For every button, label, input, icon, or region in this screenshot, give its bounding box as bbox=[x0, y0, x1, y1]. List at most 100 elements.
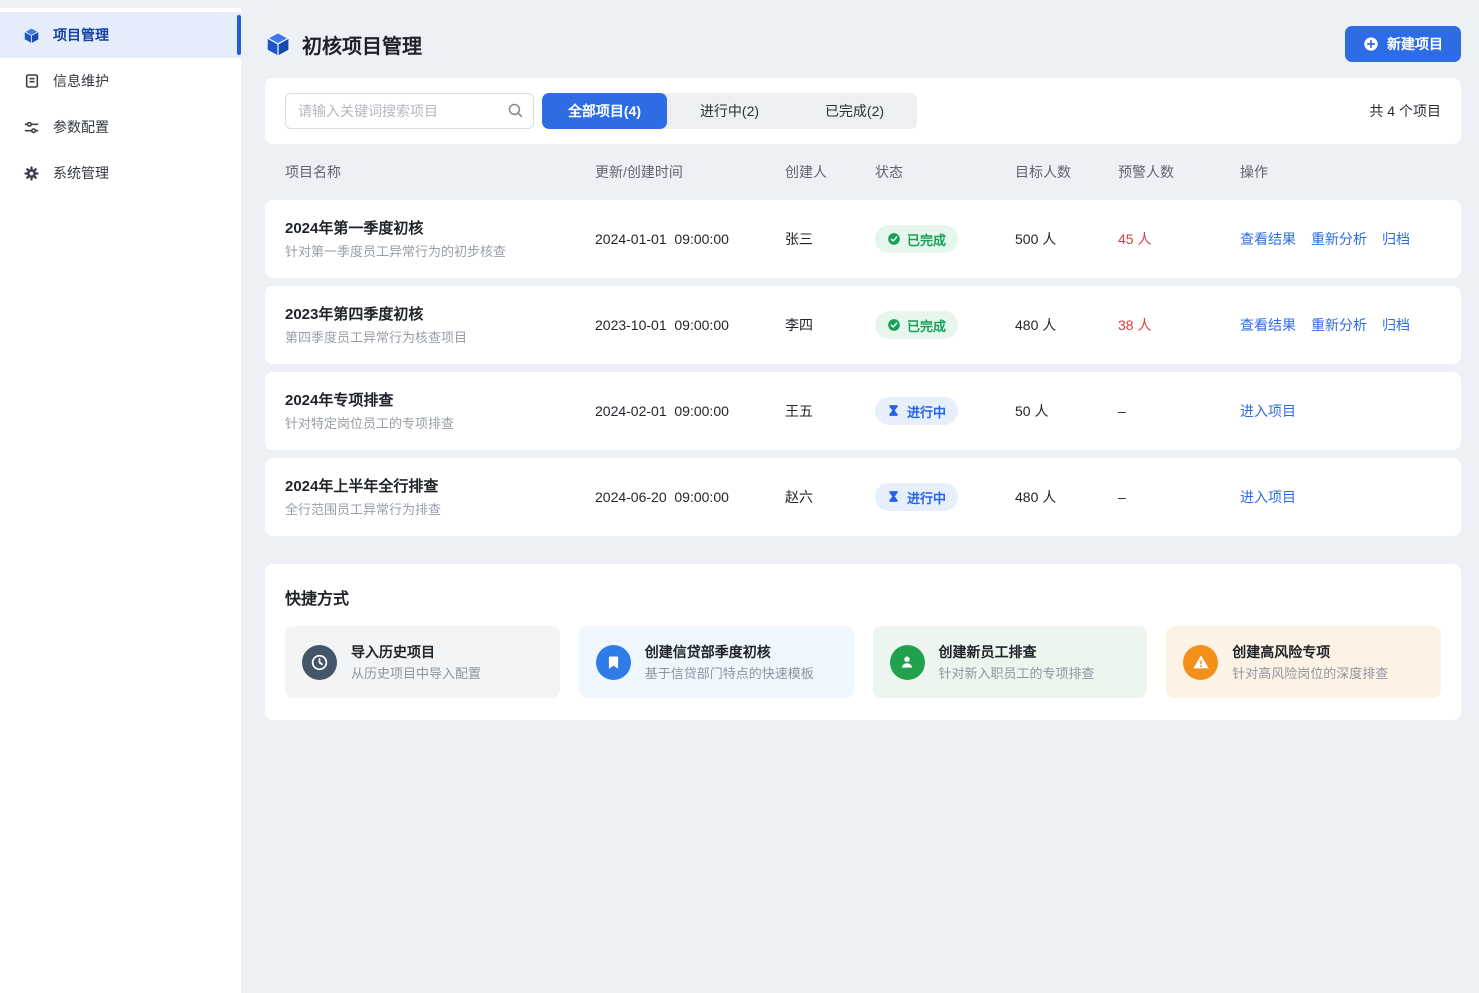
person-icon bbox=[890, 645, 925, 680]
warning-icon bbox=[1183, 645, 1218, 680]
warning-count: 45 人 bbox=[1118, 229, 1240, 249]
shortcut-desc: 基于信贷部门特点的快速模板 bbox=[645, 667, 814, 680]
archive-link[interactable]: 归档 bbox=[1382, 229, 1410, 249]
shortcut-new-employee[interactable]: 创建新员工排查 针对新入职员工的专项排查 bbox=[873, 626, 1148, 698]
enter-project-link[interactable]: 进入项目 bbox=[1240, 401, 1296, 421]
warning-count: – bbox=[1118, 403, 1240, 419]
col-target-count: 目标人数 bbox=[1015, 162, 1118, 182]
hourglass-icon bbox=[887, 404, 901, 418]
project-name-cell: 2024年上半年全行排查 全行范围员工异常行为排查 bbox=[285, 479, 595, 516]
project-name: 2023年第四季度初核 bbox=[285, 307, 595, 322]
actions-cell: 查看结果 重新分析 归档 bbox=[1240, 315, 1441, 335]
col-creator: 创建人 bbox=[785, 162, 875, 182]
sidebar-item-label: 参数配置 bbox=[53, 117, 109, 137]
creator: 李四 bbox=[785, 315, 875, 335]
clock-icon bbox=[302, 645, 337, 680]
project-desc: 第四季度员工异常行为核查项目 bbox=[285, 331, 595, 344]
warning-count: 38 人 bbox=[1118, 315, 1240, 335]
shortcut-import-history[interactable]: 导入历史项目 从历史项目中导入配置 bbox=[285, 626, 560, 698]
cube-icon bbox=[23, 27, 40, 44]
tab-all-projects[interactable]: 全部项目(4) bbox=[542, 93, 667, 129]
actions-cell: 进入项目 bbox=[1240, 401, 1441, 421]
document-icon bbox=[23, 73, 40, 90]
sidebar-item-parameter-config[interactable]: 参数配置 bbox=[0, 104, 241, 150]
table-row: 2024年上半年全行排查 全行范围员工异常行为排查 2024-06-20 09:… bbox=[265, 458, 1461, 536]
gear-icon bbox=[23, 165, 40, 182]
shortcut-desc: 针对新入职员工的专项排查 bbox=[939, 667, 1095, 680]
new-project-button[interactable]: 新建项目 bbox=[1345, 26, 1461, 62]
table-row: 2024年第一季度初核 针对第一季度员工异常行为的初步核查 2024-01-01… bbox=[265, 200, 1461, 278]
shortcut-desc: 针对高风险岗位的深度排查 bbox=[1232, 667, 1388, 680]
shortcuts-card: 快捷方式 导入历史项目 从历史项目中导入配置 bbox=[265, 564, 1461, 720]
shortcut-high-risk[interactable]: 创建高风险专项 针对高风险岗位的深度排查 bbox=[1166, 626, 1441, 698]
main-content: 初核项目管理 新建项目 全部项目(4) 进行中(2) bbox=[241, 0, 1479, 993]
col-update-time: 更新/创建时间 bbox=[595, 162, 785, 182]
shortcut-text: 创建新员工排查 针对新入职员工的专项排查 bbox=[939, 645, 1095, 680]
shortcut-title: 导入历史项目 bbox=[351, 645, 481, 659]
reanalyze-link[interactable]: 重新分析 bbox=[1311, 229, 1367, 249]
creator: 张三 bbox=[785, 229, 875, 249]
target-count: 50 人 bbox=[1015, 401, 1118, 421]
target-count: 480 人 bbox=[1015, 315, 1118, 335]
status-badge: 已完成 bbox=[875, 311, 958, 339]
check-circle-icon bbox=[887, 232, 901, 246]
shortcut-title: 创建高风险专项 bbox=[1232, 645, 1388, 659]
sidebar-item-label: 信息维护 bbox=[53, 71, 109, 91]
col-status: 状态 bbox=[875, 162, 1015, 182]
update-time: 2024-01-01 09:00:00 bbox=[595, 231, 785, 247]
page-title: 初核项目管理 bbox=[302, 30, 422, 59]
tab-in-progress[interactable]: 进行中(2) bbox=[667, 93, 792, 129]
target-count: 480 人 bbox=[1015, 487, 1118, 507]
status-cell: 进行中 bbox=[875, 483, 1015, 511]
shortcut-text: 创建信贷部季度初核 基于信贷部门特点的快速模板 bbox=[645, 645, 814, 680]
sliders-icon bbox=[23, 119, 40, 136]
view-results-link[interactable]: 查看结果 bbox=[1240, 315, 1296, 335]
status-badge: 进行中 bbox=[875, 483, 958, 511]
tab-completed[interactable]: 已完成(2) bbox=[792, 93, 917, 129]
status-label: 进行中 bbox=[907, 402, 946, 421]
status-badge: 已完成 bbox=[875, 225, 958, 253]
project-name-cell: 2023年第四季度初核 第四季度员工异常行为核查项目 bbox=[285, 307, 595, 344]
shortcut-credit-quarterly[interactable]: 创建信贷部季度初核 基于信贷部门特点的快速模板 bbox=[579, 626, 854, 698]
creator: 王五 bbox=[785, 401, 875, 421]
table-row: 2023年第四季度初核 第四季度员工异常行为核查项目 2023-10-01 09… bbox=[265, 286, 1461, 364]
reanalyze-link[interactable]: 重新分析 bbox=[1311, 315, 1367, 335]
tab-group: 全部项目(4) 进行中(2) 已完成(2) bbox=[542, 93, 917, 129]
status-label: 进行中 bbox=[907, 488, 946, 507]
status-badge: 进行中 bbox=[875, 397, 958, 425]
search-input[interactable] bbox=[285, 93, 534, 129]
shortcut-desc: 从历史项目中导入配置 bbox=[351, 667, 481, 680]
enter-project-link[interactable]: 进入项目 bbox=[1240, 487, 1296, 507]
search-icon[interactable] bbox=[507, 102, 524, 119]
archive-link[interactable]: 归档 bbox=[1382, 315, 1410, 335]
shortcuts-title: 快捷方式 bbox=[285, 585, 1441, 609]
sidebar: 项目管理 信息维护 参数配置 bbox=[0, 8, 241, 993]
new-project-label: 新建项目 bbox=[1387, 34, 1443, 54]
cube-icon bbox=[265, 31, 291, 57]
status-cell: 已完成 bbox=[875, 311, 1015, 339]
hourglass-icon bbox=[887, 490, 901, 504]
view-results-link[interactable]: 查看结果 bbox=[1240, 229, 1296, 249]
sidebar-item-info-maintenance[interactable]: 信息维护 bbox=[0, 58, 241, 104]
update-time: 2024-02-01 09:00:00 bbox=[595, 403, 785, 419]
status-cell: 进行中 bbox=[875, 397, 1015, 425]
shortcut-text: 创建高风险专项 针对高风险岗位的深度排查 bbox=[1232, 645, 1388, 680]
actions-cell: 进入项目 bbox=[1240, 487, 1441, 507]
sidebar-item-system-management[interactable]: 系统管理 bbox=[0, 150, 241, 196]
update-time: 2023-10-01 09:00:00 bbox=[595, 317, 785, 333]
shortcut-title: 创建信贷部季度初核 bbox=[645, 645, 814, 659]
col-actions: 操作 bbox=[1240, 162, 1441, 182]
project-name: 2024年上半年全行排查 bbox=[285, 479, 595, 494]
shortcut-text: 导入历史项目 从历史项目中导入配置 bbox=[351, 645, 481, 680]
col-warning-count: 预警人数 bbox=[1118, 162, 1240, 182]
table-row: 2024年专项排查 针对特定岗位员工的专项排查 2024-02-01 09:00… bbox=[265, 372, 1461, 450]
project-desc: 针对第一季度员工异常行为的初步核查 bbox=[285, 245, 595, 258]
page-header: 初核项目管理 新建项目 bbox=[265, 26, 1461, 62]
project-name-cell: 2024年专项排查 针对特定岗位员工的专项排查 bbox=[285, 393, 595, 430]
project-name: 2024年专项排查 bbox=[285, 393, 595, 408]
status-label: 已完成 bbox=[907, 230, 946, 249]
check-circle-icon bbox=[887, 318, 901, 332]
target-count: 500 人 bbox=[1015, 229, 1118, 249]
sidebar-item-project-management[interactable]: 项目管理 bbox=[0, 12, 241, 58]
shortcut-title: 创建新员工排查 bbox=[939, 645, 1095, 659]
